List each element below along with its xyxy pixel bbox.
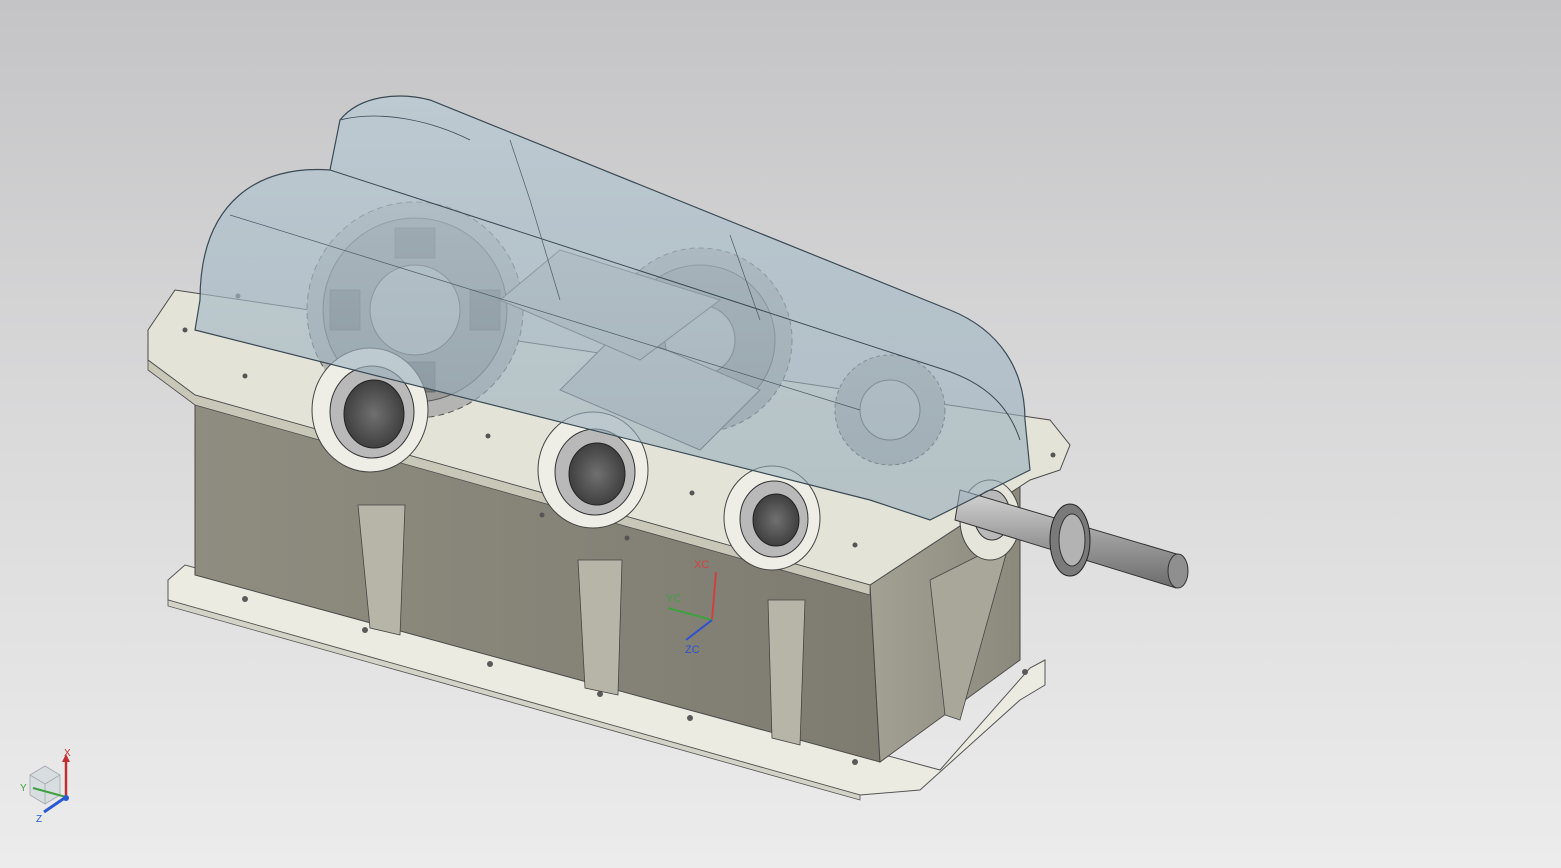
- view-y-label: Y: [20, 783, 27, 794]
- shaft-bearing: [1049, 503, 1091, 577]
- view-x-label: X: [64, 748, 71, 759]
- view-orientation-triad[interactable]: X Y Z: [20, 748, 71, 825]
- view-z-label: Z: [36, 814, 42, 825]
- graphics-window-viewport[interactable]: XC YC ZC X Y Z: [0, 0, 1561, 868]
- wcs-z-label: ZC: [685, 644, 700, 656]
- gearbox-assembly-model[interactable]: XC YC ZC X Y Z: [0, 0, 1561, 868]
- wcs-x-label: XC: [694, 559, 709, 571]
- view-triad-cube-icon: [29, 765, 61, 805]
- wcs-y-label: YC: [666, 593, 681, 605]
